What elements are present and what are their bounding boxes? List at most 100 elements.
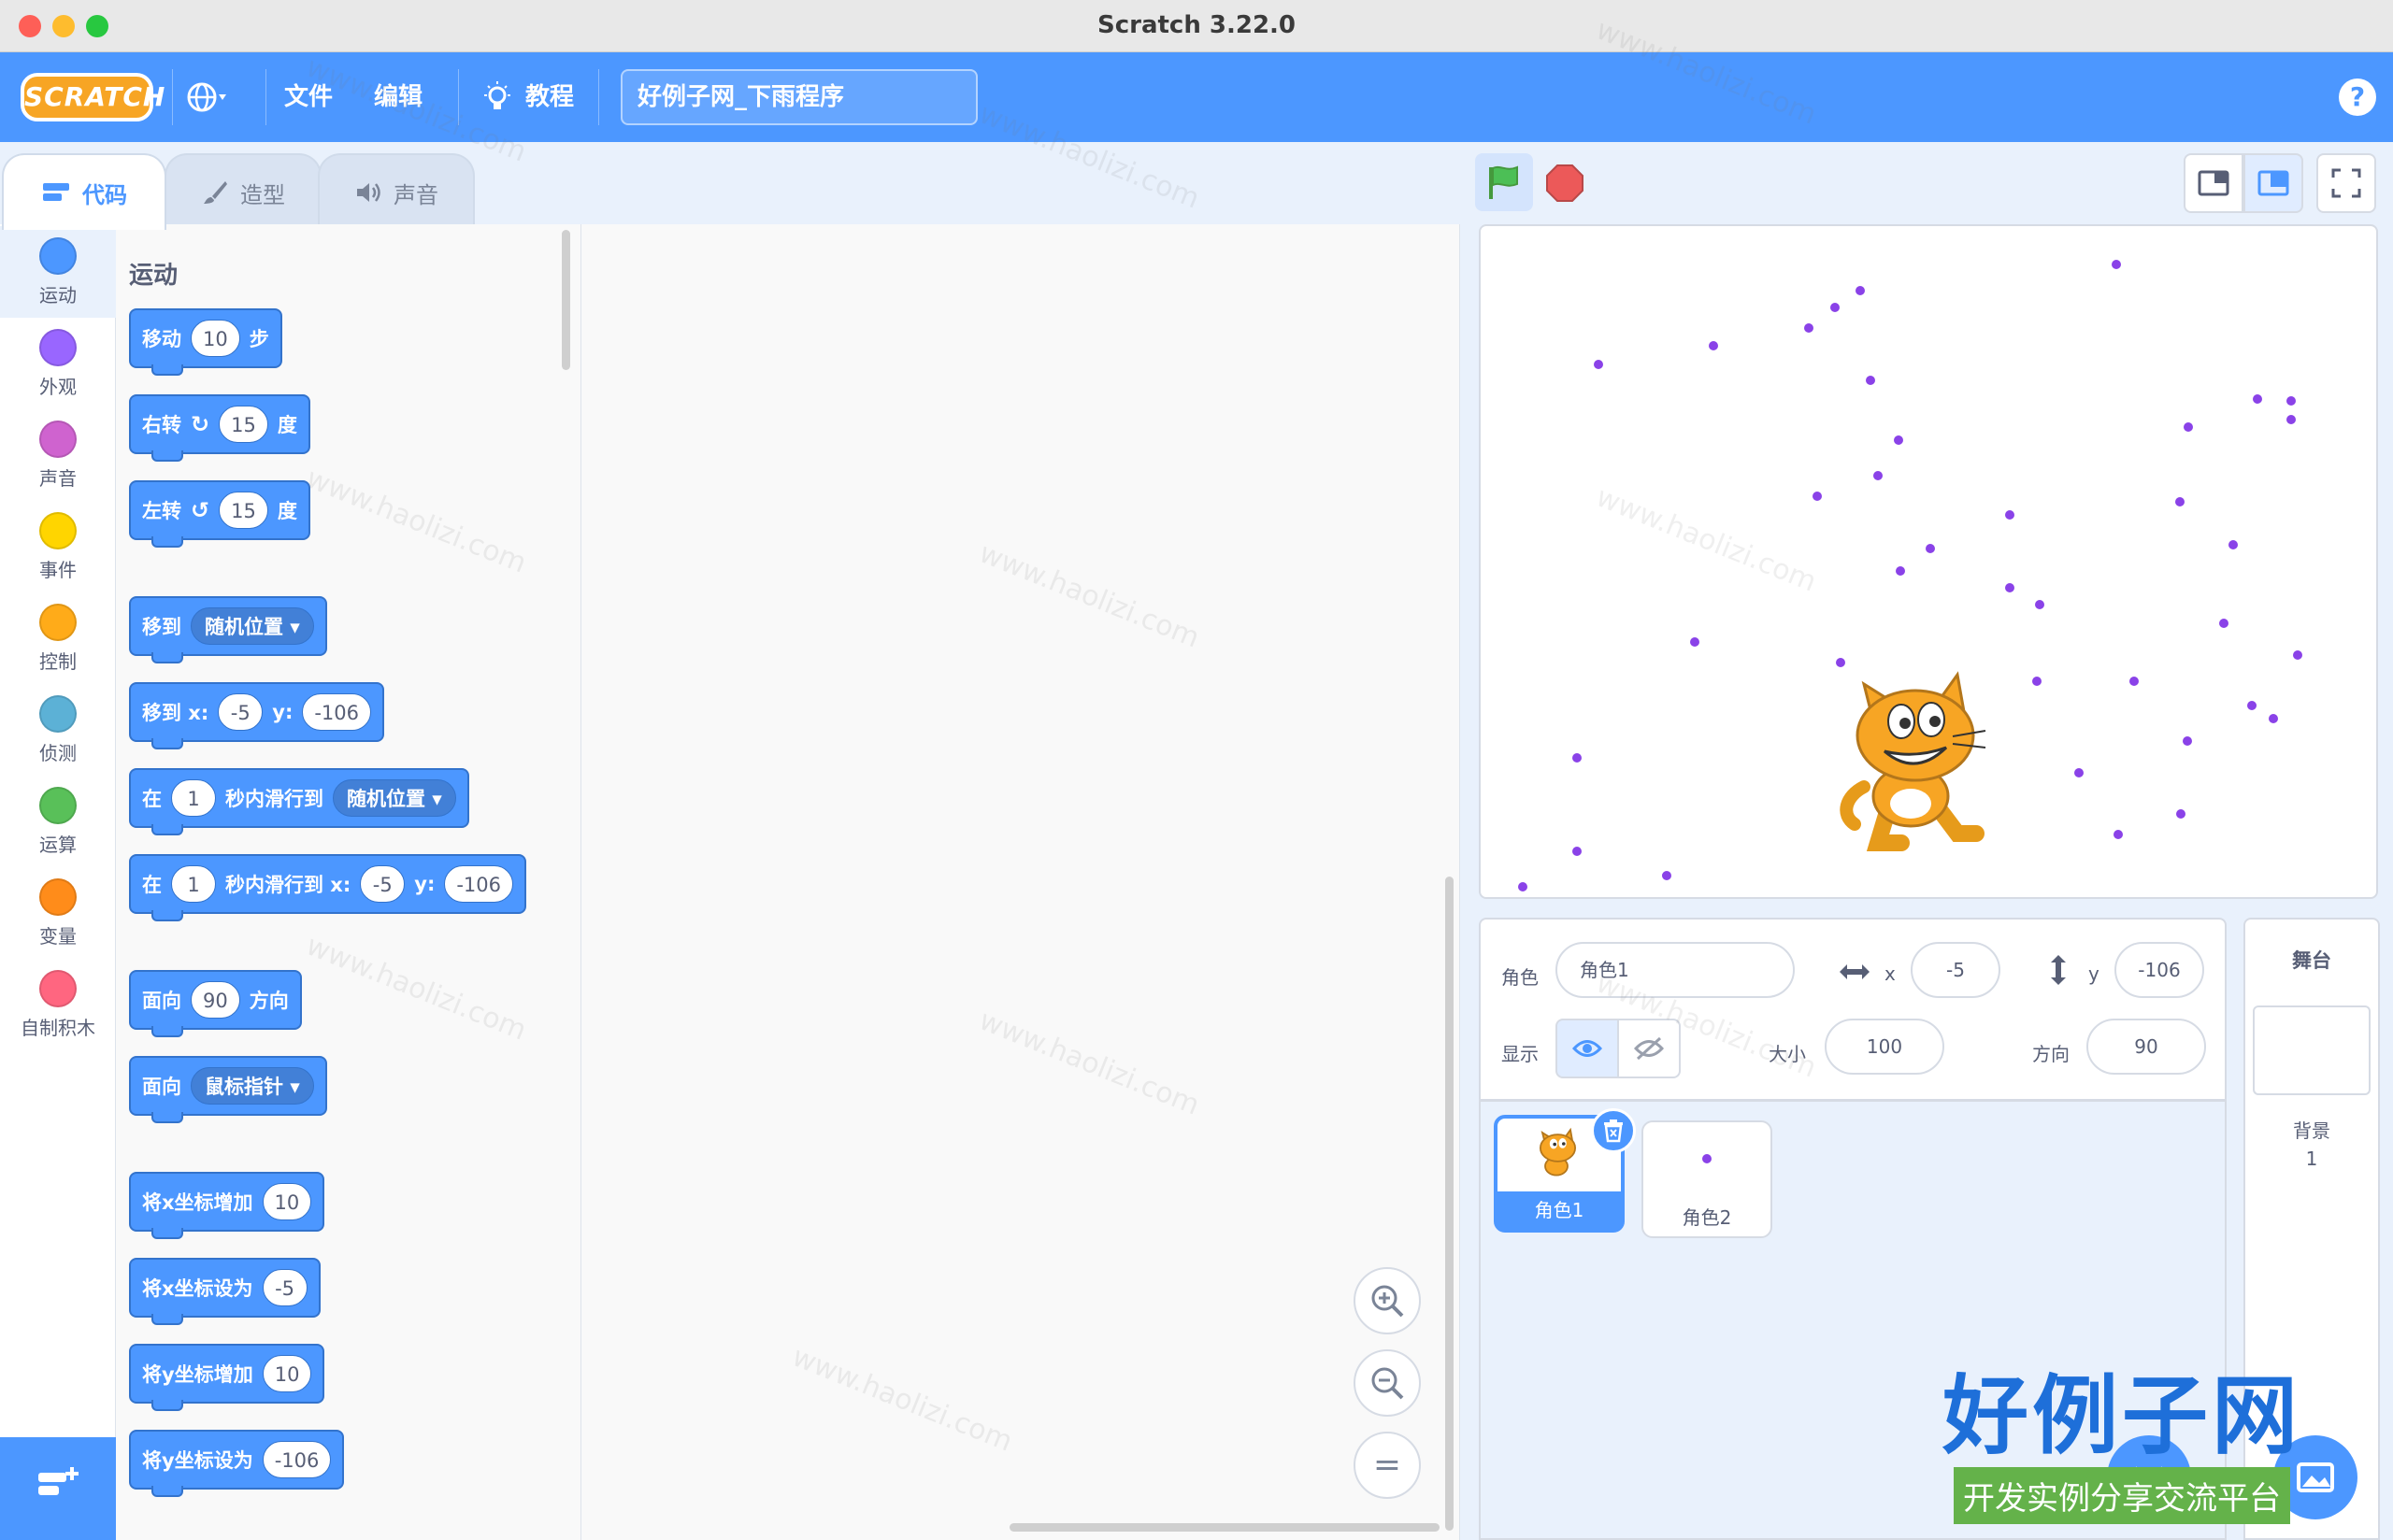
category-looks[interactable]: 外观: [0, 318, 116, 409]
block-label: 方向: [249, 990, 289, 1012]
palette-scrollbar[interactable]: [562, 230, 570, 370]
category-operators[interactable]: 运算: [0, 776, 116, 867]
workspace-vertical-scrollbar[interactable]: [1445, 877, 1454, 1531]
category-my-blocks[interactable]: 自制积木: [0, 959, 116, 1050]
script-workspace[interactable]: [581, 224, 1460, 1540]
change-x-input[interactable]: 10: [262, 1183, 312, 1220]
green-flag-button[interactable]: [1475, 153, 1533, 211]
menu-bar: SCRATCH 文件 编辑 教程 好例子网_下雨程序 ?: [0, 52, 2393, 142]
hide-sprite-button[interactable]: [1617, 1019, 1681, 1078]
stage-thumbnail[interactable]: [2253, 1005, 2371, 1095]
show-sprite-button[interactable]: [1555, 1019, 1619, 1078]
workspace-horizontal-scrollbar[interactable]: [1010, 1523, 1440, 1532]
set-y-block[interactable]: 将y坐标设为 -106: [129, 1430, 345, 1497]
block-label: 将y坐标设为: [142, 1449, 253, 1472]
go-to-block[interactable]: 移到 随机位置 ▾: [129, 596, 327, 663]
category-variables[interactable]: 变量: [0, 867, 116, 959]
raindrop: [2114, 830, 2123, 839]
sprite-name-input[interactable]: 角色1: [1555, 942, 1795, 998]
x-input[interactable]: -5: [218, 693, 264, 731]
y-label: y: [2088, 962, 2099, 985]
change-y-input[interactable]: 10: [262, 1355, 312, 1392]
delete-sprite-button[interactable]: [1591, 1108, 1636, 1153]
turn-right-block[interactable]: 右转 ↻ 15 度: [129, 394, 310, 462]
set-y-input[interactable]: -106: [262, 1441, 332, 1478]
category-control[interactable]: 控制: [0, 592, 116, 684]
block-categories: 运动 外观 声音 事件 控制 侦测 运算 变量 自制积木: [0, 224, 116, 1437]
block-label: 移到: [142, 616, 181, 638]
seconds-input[interactable]: 1: [171, 865, 216, 903]
direction-input[interactable]: 90: [2086, 1019, 2206, 1075]
block-label: 秒内滑行到 x:: [225, 874, 351, 896]
variables-category-icon: [39, 878, 77, 916]
point-in-direction-block[interactable]: 面向 90 方向: [129, 970, 302, 1037]
scratch-logo[interactable]: SCRATCH: [21, 73, 165, 121]
zoom-in-icon: [1371, 1285, 1404, 1318]
help-button[interactable]: ?: [2339, 78, 2376, 116]
raindrop: [2129, 677, 2139, 686]
raindrop: [1572, 753, 1582, 763]
category-sensing[interactable]: 侦测: [0, 684, 116, 776]
file-menu[interactable]: 文件: [284, 80, 333, 114]
go-to-xy-block[interactable]: 移到 x: -5 y: -106: [129, 682, 385, 749]
set-x-input[interactable]: -5: [262, 1269, 308, 1306]
block-label: 度: [277, 414, 297, 436]
zoom-reset-button[interactable]: =: [1354, 1432, 1421, 1499]
x-position-input[interactable]: -5: [1911, 942, 2000, 998]
project-title-input[interactable]: 好例子网_下雨程序: [621, 69, 978, 125]
degrees-input[interactable]: 15: [219, 406, 268, 443]
set-x-block[interactable]: 将x坐标设为 -5: [129, 1258, 321, 1325]
small-stage-button[interactable]: [2184, 153, 2243, 213]
change-y-block[interactable]: 将y坐标增加 10: [129, 1344, 325, 1411]
y-input[interactable]: -106: [302, 693, 372, 731]
zoom-in-button[interactable]: [1354, 1267, 1421, 1334]
raindrop: [1866, 376, 1875, 385]
zoom-out-button[interactable]: [1354, 1349, 1421, 1417]
add-extension-button[interactable]: [0, 1437, 116, 1540]
goto-target-dropdown[interactable]: 随机位置 ▾: [191, 607, 314, 645]
sprite-tile-raindrop[interactable]: 角色2: [1641, 1120, 1772, 1238]
dropdown-value: 随机位置: [347, 788, 425, 810]
block-label: 左转: [142, 500, 181, 522]
category-motion[interactable]: 运动: [0, 226, 116, 318]
category-label: 控制: [39, 650, 77, 673]
stop-button[interactable]: [1546, 164, 1583, 202]
block-label: 将y坐标增加: [142, 1363, 253, 1386]
stop-icon: [1546, 164, 1583, 202]
tab-costumes[interactable]: 造型: [165, 153, 322, 230]
change-x-block[interactable]: 将x坐标增加 10: [129, 1172, 325, 1239]
glide-target-dropdown[interactable]: 随机位置 ▾: [333, 779, 456, 817]
block-label: 在: [142, 874, 162, 896]
category-label: 自制积木: [21, 1017, 95, 1039]
point-towards-block[interactable]: 面向 鼠标指针 ▾: [129, 1056, 327, 1123]
steps-input[interactable]: 10: [191, 320, 240, 357]
tutorials-menu[interactable]: 教程: [480, 80, 574, 114]
degrees-input[interactable]: 15: [219, 492, 268, 529]
block-label: 秒内滑行到: [225, 788, 323, 810]
category-sound[interactable]: 声音: [0, 409, 116, 501]
glide-to-block[interactable]: 在 1 秒内滑行到 随机位置 ▾: [129, 768, 469, 835]
turn-left-block[interactable]: 左转 ↺ 15 度: [129, 480, 310, 548]
point-towards-dropdown[interactable]: 鼠标指针 ▾: [191, 1067, 314, 1105]
y-input[interactable]: -106: [444, 865, 514, 903]
stage-canvas[interactable]: [1479, 224, 2378, 899]
edit-menu[interactable]: 编辑: [374, 80, 423, 114]
tab-sounds[interactable]: 声音: [318, 153, 475, 230]
tab-code[interactable]: 代码: [2, 153, 166, 230]
category-events[interactable]: 事件: [0, 501, 116, 592]
language-menu[interactable]: [187, 80, 226, 114]
seconds-input[interactable]: 1: [171, 779, 216, 817]
normal-stage-button[interactable]: [2243, 153, 2303, 213]
block-label: 步: [249, 328, 269, 350]
green-flag-icon: [1489, 165, 1518, 199]
glide-to-xy-block[interactable]: 在 1 秒内滑行到 x: -5 y: -106: [129, 854, 527, 921]
fullscreen-button[interactable]: [2316, 153, 2376, 213]
raindrop: [1690, 637, 1699, 647]
cat-sprite[interactable]: [1827, 665, 2013, 852]
direction-input[interactable]: 90: [191, 981, 240, 1019]
move-steps-block[interactable]: 移动 10 步: [129, 308, 282, 376]
x-input[interactable]: -5: [360, 865, 406, 903]
size-input[interactable]: 100: [1825, 1019, 1944, 1075]
y-position-input[interactable]: -106: [2114, 942, 2204, 998]
tab-sounds-label: 声音: [394, 181, 438, 208]
